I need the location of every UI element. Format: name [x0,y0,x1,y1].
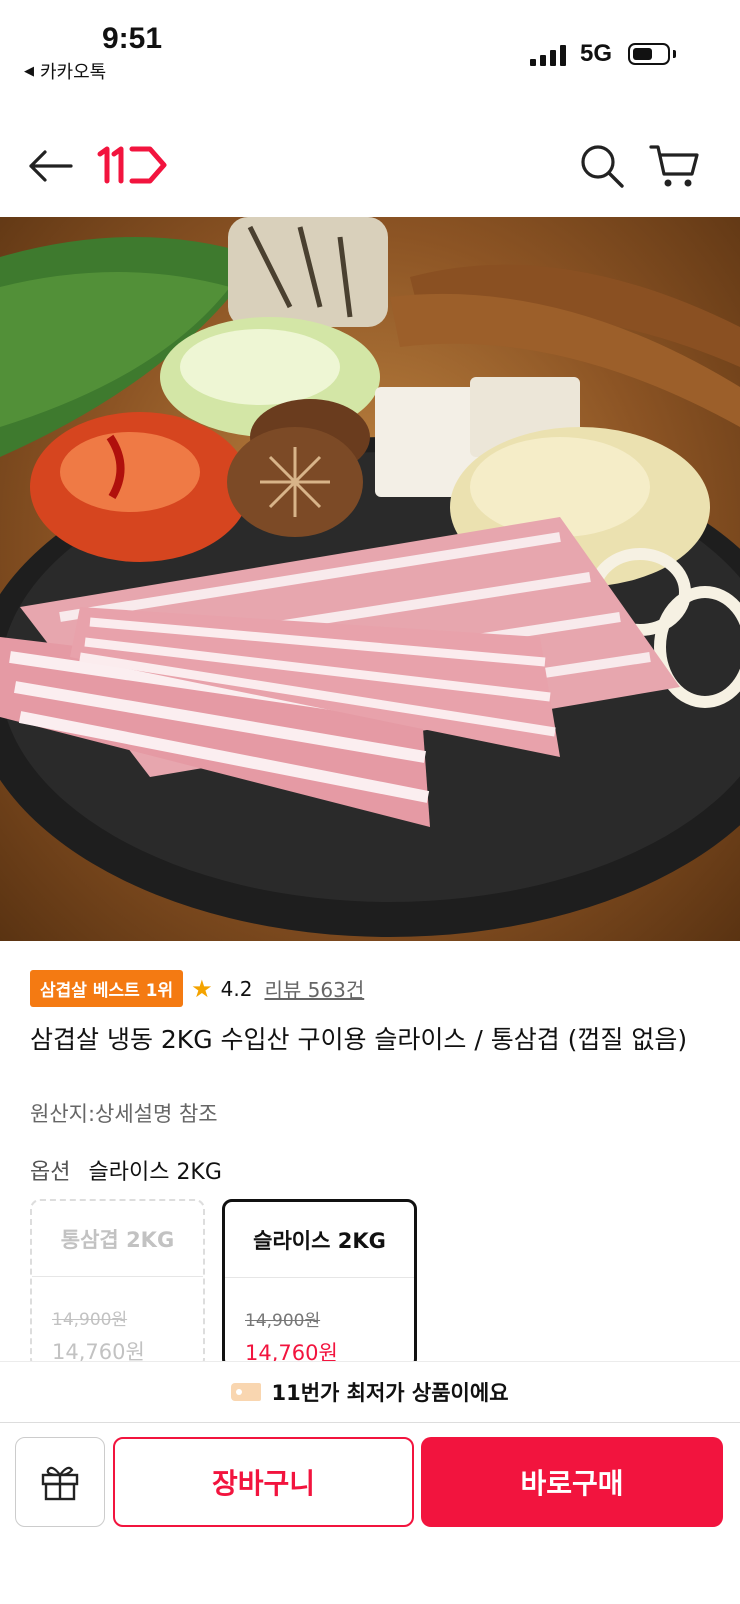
product-image[interactable] [0,217,740,941]
option-card-name: 슬라이스 2KG [225,1202,414,1278]
battery-tip [673,50,676,58]
back-app-label: 카카오톡 [40,62,107,83]
option-summary: 옵션 슬라이스 2KG [30,1154,222,1186]
option-card-original-price: 14,900원 [245,1311,321,1331]
option-card-whole[interactable]: 통삼겹 2KG 14,900원 14,760원 [30,1199,205,1369]
battery-icon [628,43,670,65]
cart-icon[interactable] [646,138,702,194]
gift-icon [41,1466,79,1501]
best-seller-badge: 삼겹살 베스트 1위 [30,970,184,1007]
rating-value: 4.2 [220,976,253,1001]
status-bar: 9:51 ◀ 카카오톡 5G [0,0,740,96]
eleventh-street-logo[interactable] [96,142,170,192]
product-origin: 원산지:상세설명 참조 [30,1102,218,1126]
signal-icon [530,44,566,66]
option-label: 옵션 [30,1160,71,1185]
app-header [0,120,740,210]
back-triangle-icon: ◀ [24,63,34,79]
network-type: 5G [580,40,613,67]
product-title: 삼겹살 냉동 2KG 수입산 구이용 슬라이스 / 통삼겹 (껍질 없음) [30,1025,688,1054]
star-icon: ★ [191,974,213,1003]
buy-now-button[interactable]: 바로구매 [421,1437,723,1527]
search-icon[interactable] [574,138,630,194]
review-count-link[interactable]: 리뷰 563건 [264,974,364,1003]
option-card-original-price: 14,900원 [52,1310,128,1330]
status-time: 9:51 [102,22,163,55]
option-card-slice[interactable]: 슬라이스 2KG 14,900원 14,760원 [222,1199,417,1369]
gift-button[interactable] [15,1437,105,1527]
lowest-price-text: 11번가 최저가 상품이에요 [271,1380,509,1405]
lowest-price-banner: 11번가 최저가 상품이에요 [0,1361,740,1421]
badge-row: 삼겹살 베스트 1위 ★ 4.2 리뷰 563건 [30,970,364,1007]
add-to-cart-button[interactable]: 장바구니 [113,1437,414,1527]
back-to-app-link[interactable]: ◀ 카카오톡 [24,58,106,84]
bottom-action-bar: 장바구니 바로구매 [0,1422,740,1604]
price-tag-icon [231,1382,262,1401]
option-card-name: 통삼겹 2KG [32,1201,203,1277]
back-arrow-icon[interactable] [22,138,78,194]
option-selected-value: 슬라이스 2KG [88,1160,222,1185]
